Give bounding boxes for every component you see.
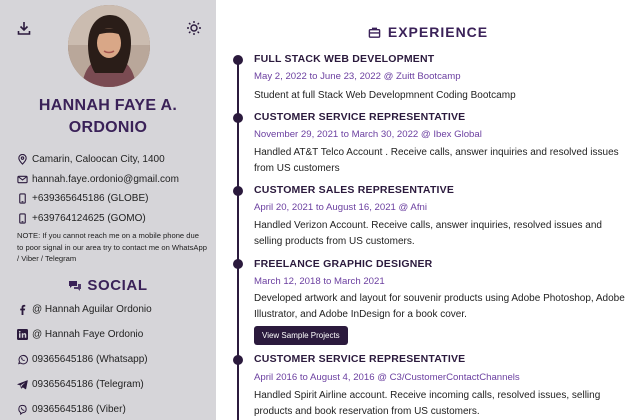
social-facebook[interactable]: @ Hannah Aguilar Ordonio: [17, 297, 207, 322]
whatsapp-text[interactable]: 09365645186 (Whatsapp): [32, 354, 148, 365]
briefcase-icon: [368, 26, 381, 39]
job-title: CUSTOMER SERVICE REPRESENTATIVE: [254, 111, 466, 123]
social-viber[interactable]: 09365645186 (Viber): [17, 397, 207, 420]
job-date: March 12, 2018 to March 2021: [254, 276, 385, 287]
download-icon[interactable]: [16, 20, 32, 36]
experience-heading: EXPERIENCE: [216, 24, 640, 40]
sidebar: HANNAH FAYE A. ORDONIO Camarin, Caloocan…: [0, 0, 216, 420]
phone-gomo-text[interactable]: +639764124625 (GOMO): [32, 213, 146, 224]
mail-icon: [17, 174, 28, 185]
telegram-text[interactable]: 09365645186 (Telegram): [32, 379, 144, 390]
profile-name: HANNAH FAYE A. ORDONIO: [0, 95, 216, 139]
view-sample-projects-button[interactable]: View Sample Projects: [254, 326, 348, 345]
job-title: CUSTOMER SERVICE REPRESENTATIVE: [254, 353, 466, 365]
phone-icon: [17, 213, 28, 224]
job-date: April 20, 2021 to August 16, 2021 @ Afni: [254, 202, 427, 213]
contact-phone-globe[interactable]: +639365645186 (GLOBE): [17, 189, 207, 209]
name-line-1: HANNAH FAYE A.: [38, 97, 178, 114]
job-title: CUSTOMER SALES REPRESENTATIVE: [254, 184, 455, 196]
facebook-text[interactable]: @ Hannah Aguilar Ordonio: [32, 304, 152, 315]
job-description: Handled AT&T Telco Account . Receive cal…: [254, 147, 619, 174]
timeline-dot: [233, 55, 243, 65]
social-telegram[interactable]: 09365645186 (Telegram): [17, 372, 207, 397]
timeline-dot: [233, 186, 243, 196]
contact-address: Camarin, Caloocan City, 1400: [17, 150, 207, 170]
social-heading: SOCIAL: [0, 277, 216, 294]
experience-panel: EXPERIENCE FULL STACK WEB DEVELOPMENT Ma…: [216, 0, 640, 420]
social-linkedin[interactable]: @ Hannah Faye Ordonio: [17, 322, 207, 347]
experience-title: EXPERIENCE: [387, 24, 489, 40]
job-date: November 29, 2021 to March 30, 2022 @ Ib…: [254, 129, 482, 140]
timeline-dot: [233, 259, 243, 269]
social-whatsapp[interactable]: 09365645186 (Whatsapp): [17, 347, 207, 372]
social-list: @ Hannah Aguilar Ordonio @ Hannah Faye O…: [17, 297, 207, 420]
job-date: May 2, 2022 to June 23, 2022 @ Zuitt Boo…: [254, 71, 461, 82]
job-description: Student at full Stack Web Developmnent C…: [254, 90, 516, 101]
telegram-icon: [17, 379, 28, 390]
job-description: Developed artwork and layout for souveni…: [254, 293, 625, 320]
viber-icon: [17, 404, 28, 415]
contact-note: NOTE: If you cannot reach me on a mobile…: [17, 231, 207, 263]
location-pin-icon: [17, 154, 28, 166]
chat-bubbles-icon: [68, 279, 82, 293]
linkedin-text[interactable]: @ Hannah Faye Ordonio: [32, 329, 143, 340]
contact-email[interactable]: hannah.faye.ordonio@gmail.com: [17, 170, 207, 190]
timeline-dot: [233, 355, 243, 365]
email-text[interactable]: hannah.faye.ordonio@gmail.com: [32, 174, 179, 185]
facebook-icon: [17, 304, 28, 315]
job-title: FULL STACK WEB DEVELOPMENT: [254, 53, 435, 65]
name-line-2: ORDONIO: [68, 119, 148, 136]
address-text: Camarin, Caloocan City, 1400: [32, 154, 165, 166]
viber-text[interactable]: 09365645186 (Viber): [32, 404, 126, 415]
job-title: FREELANCE GRAPHIC DESIGNER: [254, 258, 433, 270]
phone-icon: [17, 193, 28, 204]
avatar: [68, 5, 150, 87]
job-description: Handled Spirit Airline account. Receive …: [254, 390, 601, 417]
linkedin-icon: [17, 329, 28, 340]
contact-list: Camarin, Caloocan City, 1400 hannah.faye…: [17, 150, 207, 228]
social-title-text: SOCIAL: [87, 277, 148, 294]
timeline-dot: [233, 113, 243, 123]
job-date: April 2016 to August 4, 2016 @ C3/Custom…: [254, 372, 520, 383]
contact-phone-gomo[interactable]: +639764124625 (GOMO): [17, 209, 207, 229]
whatsapp-icon: [17, 354, 28, 365]
phone-globe-text[interactable]: +639365645186 (GLOBE): [32, 193, 148, 204]
job-description: Handled Verizon Account. Receive calls, …: [254, 220, 602, 247]
theme-toggle-icon[interactable]: [186, 20, 202, 36]
